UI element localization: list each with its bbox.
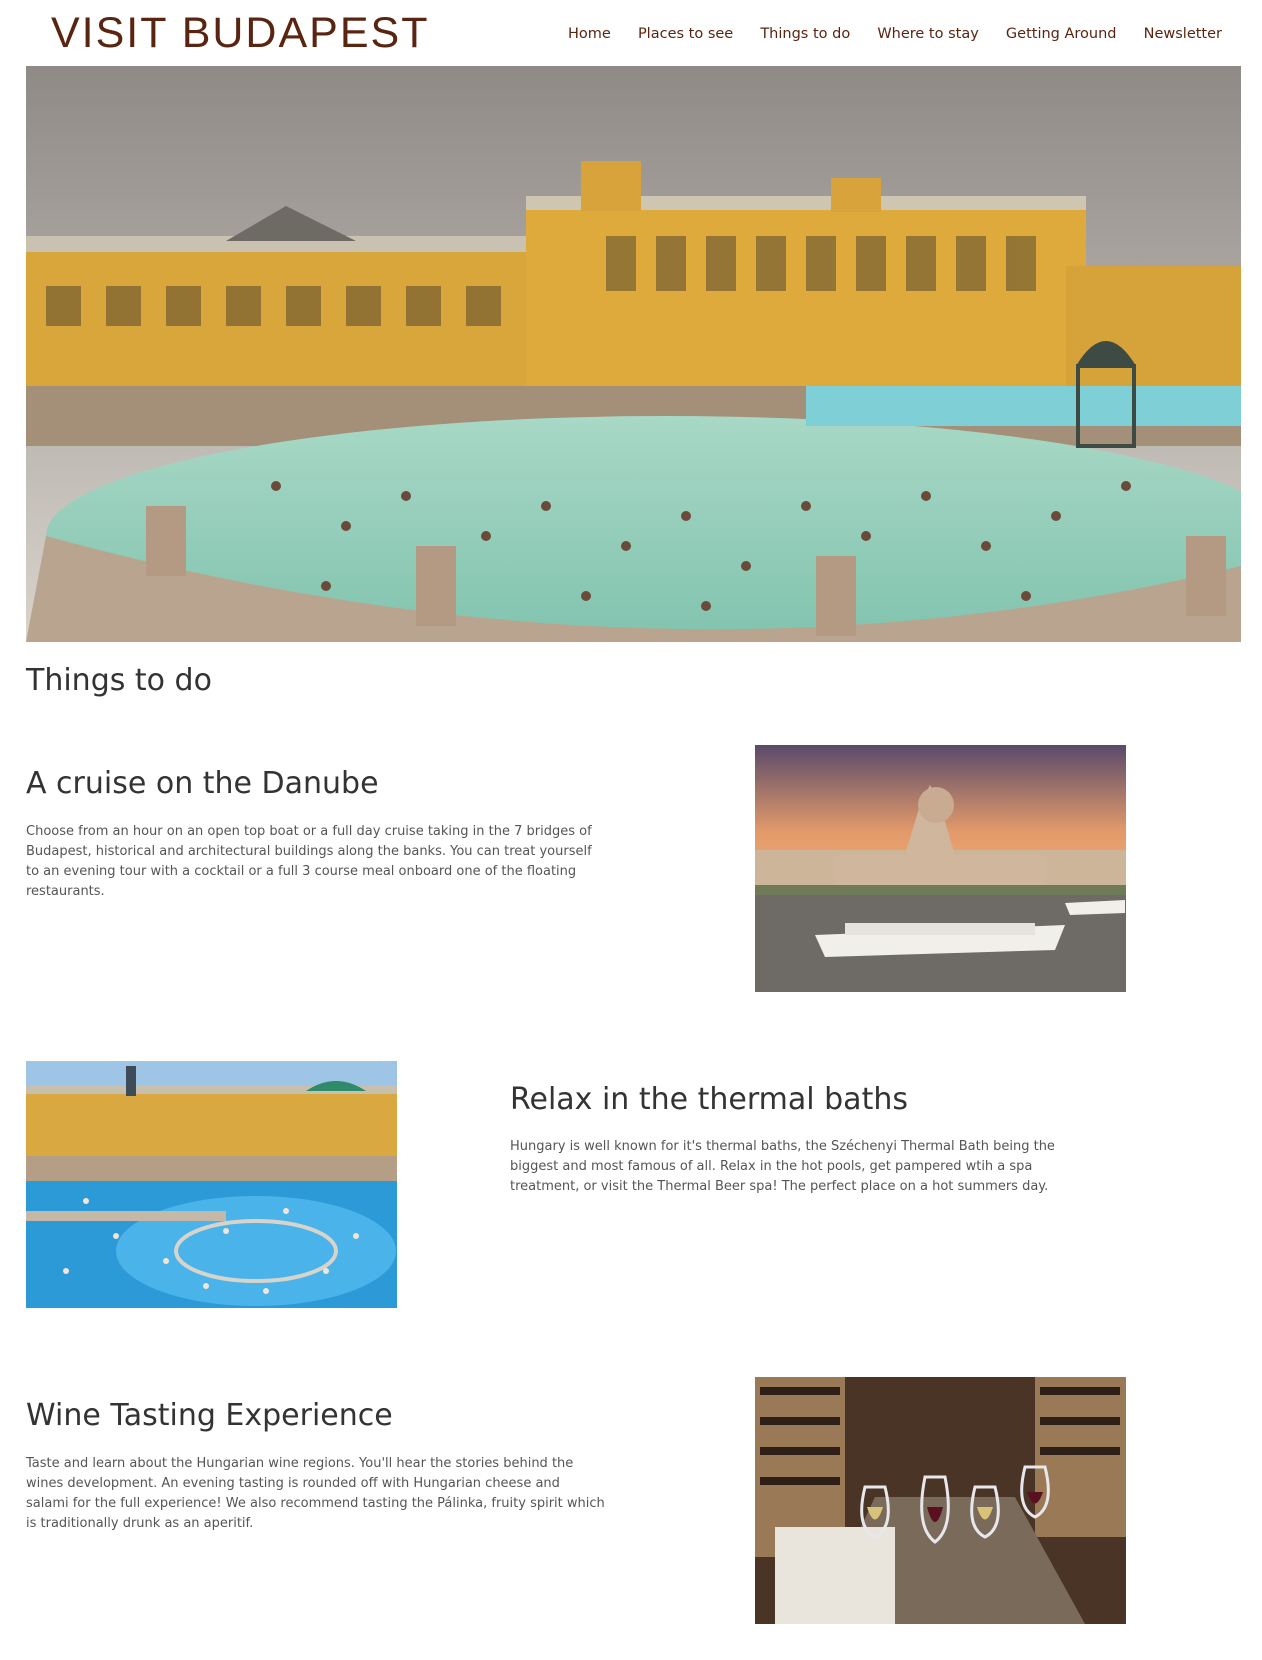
nav-where-to-stay[interactable]: Where to stay: [877, 26, 979, 42]
section-text-cruise: Choose from an hour on an open top boat …: [26, 824, 592, 899]
wine-tasting-image: [755, 1377, 1126, 1624]
nav-things-to-do[interactable]: Things to do: [760, 26, 850, 42]
nav-getting-around[interactable]: Getting Around: [1006, 26, 1117, 42]
nav-places-to-see[interactable]: Places to see: [638, 26, 733, 42]
thermal-bath-image: [26, 1061, 397, 1308]
section-title-baths: Relax in the thermal baths: [510, 1082, 908, 1117]
nav-home[interactable]: Home: [568, 26, 611, 42]
section-text-baths: Hungary is well known for it's thermal b…: [510, 1139, 1055, 1194]
hero-image: [26, 66, 1241, 642]
danube-cruise-image: [755, 745, 1126, 992]
section-title-wine: Wine Tasting Experience: [26, 1398, 393, 1433]
section-title-cruise: A cruise on the Danube: [26, 766, 379, 801]
nav-newsletter[interactable]: Newsletter: [1144, 26, 1222, 42]
site-logo[interactable]: VISIT BUDAPEST: [51, 8, 429, 58]
section-text-wine: Taste and learn about the Hungarian wine…: [26, 1456, 605, 1531]
main-nav: Home Places to see Things to do Where to…: [568, 22, 1222, 46]
page-title: Things to do: [26, 663, 212, 698]
